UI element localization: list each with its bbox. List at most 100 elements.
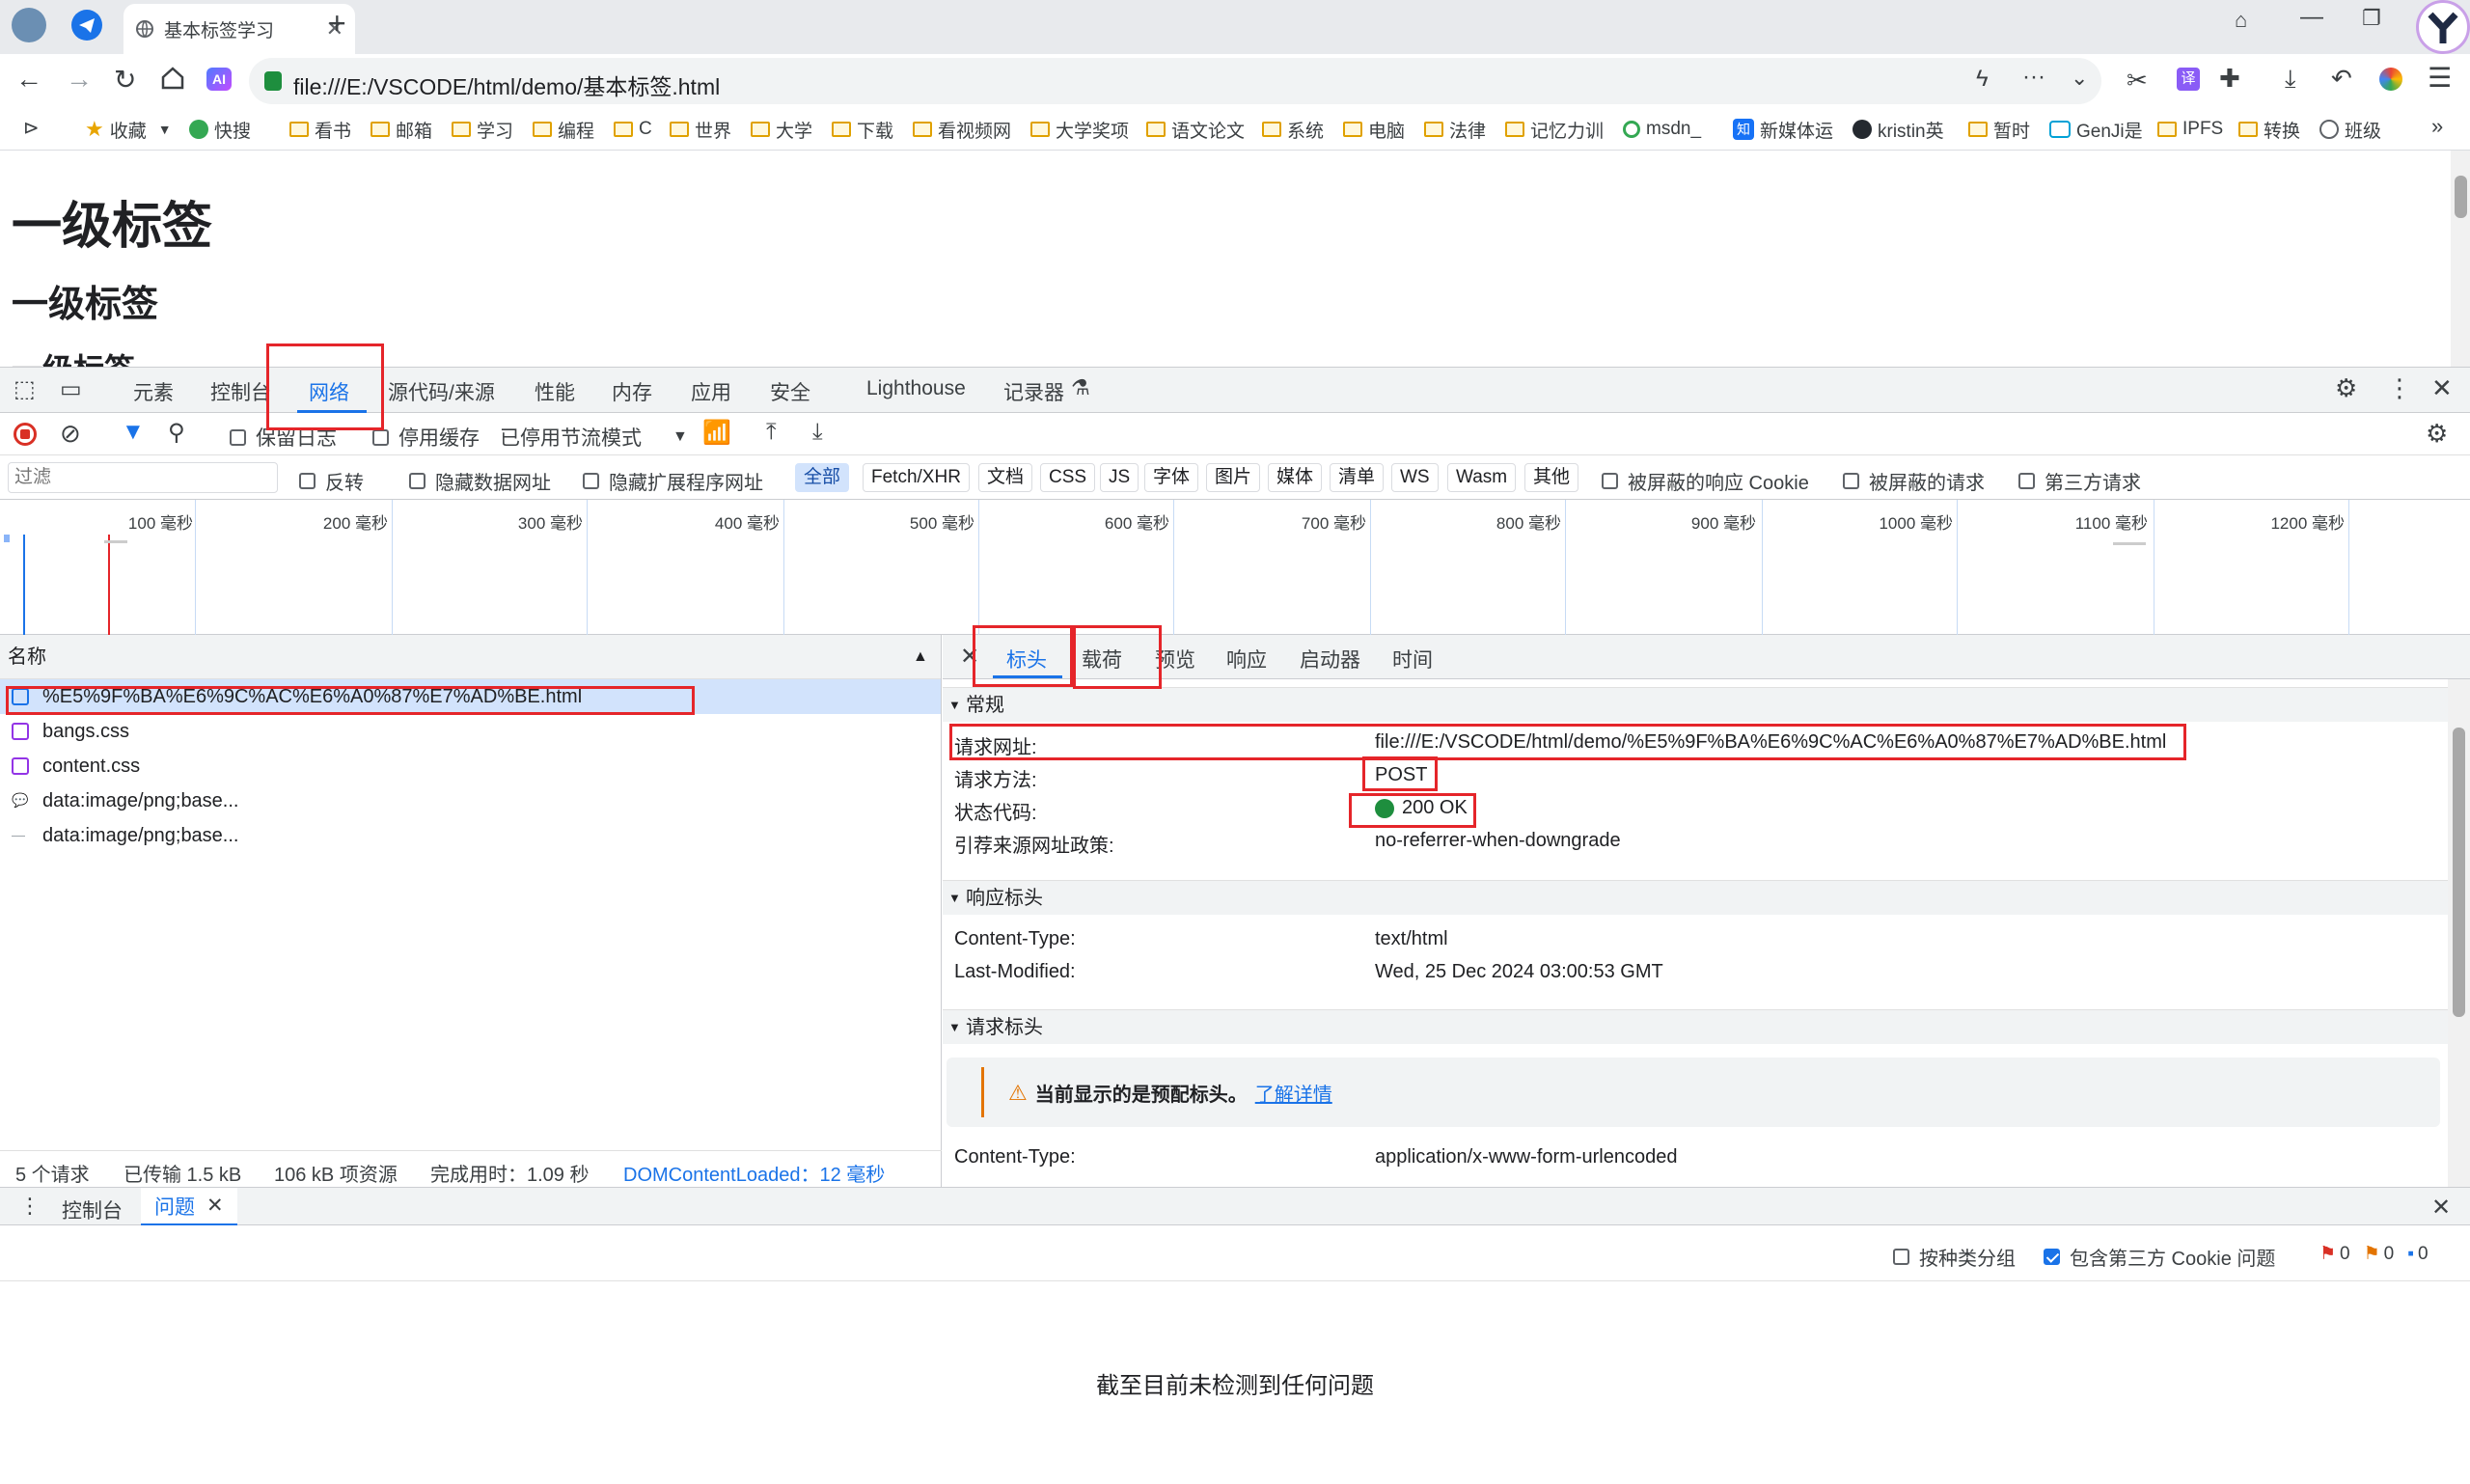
checkbox[interactable]: [230, 428, 246, 446]
bookmark-item[interactable]: kristin英: [1852, 116, 1944, 143]
checkbox[interactable]: [409, 473, 425, 489]
bookmark-folder[interactable]: 系统: [1262, 116, 1324, 143]
tab-console[interactable]: 控制台: [210, 377, 271, 406]
scissors-icon[interactable]: ✂: [2127, 66, 2148, 96]
type-filter-media[interactable]: 媒体: [1268, 463, 1323, 492]
clear-icon[interactable]: ⊘: [60, 419, 81, 449]
lightning-icon[interactable]: ϟ: [1976, 66, 1989, 93]
request-row[interactable]: bangs.css: [0, 714, 941, 749]
restore-button[interactable]: ❐: [2362, 6, 2381, 31]
translate-icon[interactable]: 译: [2177, 68, 2200, 91]
bookmark-folder[interactable]: 法律: [1424, 116, 1486, 143]
general-section-header[interactable]: 常规: [943, 687, 2448, 723]
bookmark-folder[interactable]: 编程: [533, 116, 594, 143]
response-headers-section-header[interactable]: 响应标头: [943, 880, 2448, 916]
blocked-cookies-checkbox[interactable]: 被屏蔽的响应 Cookie: [1602, 467, 1809, 495]
sidebar-toggle-icon[interactable]: ⊳: [23, 116, 40, 140]
url-text[interactable]: file:///E:/VSCODE/html/demo/基本标签.html: [293, 69, 720, 101]
record-button[interactable]: [14, 423, 37, 446]
bookmark-folder[interactable]: 电脑: [1343, 116, 1405, 143]
bookmark-folder[interactable]: 看书: [289, 116, 351, 143]
request-row[interactable]: — data:image/png;base...: [0, 818, 941, 853]
tab-security[interactable]: 安全: [770, 377, 810, 406]
more-dots-icon[interactable]: ···: [2022, 64, 2045, 91]
bookmark-favorites[interactable]: ★ 收藏 ▼: [85, 116, 172, 143]
type-filter-js[interactable]: JS: [1100, 463, 1139, 492]
copilot-icon[interactable]: [2379, 68, 2402, 91]
type-filter-img[interactable]: 图片: [1206, 463, 1261, 492]
bookmark-item[interactable]: 班级: [2319, 116, 2381, 143]
new-tab-button[interactable]: +: [328, 6, 346, 41]
extension-logo-icon[interactable]: [2416, 0, 2470, 54]
drawer-tab-console[interactable]: 控制台: [62, 1195, 123, 1224]
tab-response[interactable]: 响应: [1226, 645, 1267, 673]
forward-icon[interactable]: →: [66, 64, 93, 95]
undo-icon[interactable]: ↶: [2331, 64, 2352, 94]
name-column-header[interactable]: 名称 ▲: [0, 635, 941, 679]
reload-icon[interactable]: ↻: [114, 64, 136, 96]
checkbox[interactable]: [1602, 473, 1618, 489]
checkbox[interactable]: [1843, 473, 1859, 489]
drawer-menu-icon[interactable]: ⋮: [19, 1194, 41, 1219]
page-scrollbar[interactable]: [2451, 151, 2470, 367]
group-by-kind-checkbox[interactable]: 按种类分组: [1893, 1243, 2016, 1271]
bookmark-folder[interactable]: 大学: [751, 116, 812, 143]
type-filter-doc[interactable]: 文档: [978, 463, 1033, 492]
checkbox[interactable]: [2018, 473, 2035, 489]
filter-input[interactable]: [8, 462, 278, 493]
type-filter-all[interactable]: 全部: [795, 463, 850, 492]
checkbox[interactable]: [1893, 1249, 1909, 1265]
invert-checkbox[interactable]: 反转: [299, 467, 364, 495]
sort-ascending-icon[interactable]: ▲: [913, 635, 928, 679]
type-filter-other[interactable]: 其他: [1524, 463, 1579, 492]
inspect-element-icon[interactable]: ⬚: [14, 375, 36, 403]
drawer-tab-issues[interactable]: 问题 ✕: [141, 1188, 237, 1226]
learn-more-link[interactable]: 了解详情: [1255, 1079, 1332, 1107]
throttle-select[interactable]: 已停用节流模式 ▼: [500, 423, 688, 452]
tab-application[interactable]: 应用: [691, 377, 731, 406]
import-har-icon[interactable]: ⤒: [766, 419, 777, 446]
checkbox[interactable]: [2044, 1249, 2060, 1265]
blocked-requests-checkbox[interactable]: 被屏蔽的请求: [1843, 467, 1985, 495]
detail-scroll-thumb[interactable]: [2453, 728, 2465, 1017]
bookmark-folder[interactable]: IPFS: [2157, 116, 2223, 143]
checkbox[interactable]: [583, 473, 599, 489]
tab-elements[interactable]: 元素: [133, 377, 174, 406]
home-icon[interactable]: [160, 66, 185, 91]
close-issues-tab-icon[interactable]: ✕: [206, 1194, 224, 1218]
back-icon[interactable]: ←: [15, 64, 42, 95]
download-icon[interactable]: ⤓: [2285, 64, 2296, 95]
tab-initiator[interactable]: 启动器: [1300, 645, 1360, 673]
browser-tab[interactable]: 基本标签学习 ✕: [124, 4, 355, 54]
request-row[interactable]: 💬 data:image/png;base...: [0, 783, 941, 818]
extensions-icon[interactable]: ✚: [2219, 64, 2240, 94]
bookmark-folder[interactable]: 下载: [832, 116, 893, 143]
checkbox[interactable]: [299, 473, 316, 489]
bookmark-folder[interactable]: 看视频网: [913, 116, 1011, 143]
type-filter-font[interactable]: 字体: [1144, 463, 1199, 492]
bookmark-item[interactable]: GenJi是: [2049, 116, 2143, 143]
close-devtools-icon[interactable]: ✕: [2431, 373, 2453, 403]
menu-icon[interactable]: ☰: [2428, 62, 2452, 94]
page-scroll-thumb[interactable]: [2455, 176, 2467, 218]
chevron-down-icon[interactable]: ⌄: [2071, 66, 2088, 91]
type-filter-ws[interactable]: WS: [1391, 463, 1439, 492]
network-overview[interactable]: 100 毫秒 200 毫秒 300 毫秒 400 毫秒 500 毫秒 600 毫…: [0, 500, 2470, 635]
type-filter-wasm[interactable]: Wasm: [1447, 463, 1517, 492]
profile-avatar[interactable]: [12, 8, 46, 42]
bookmark-folder[interactable]: 学习: [452, 116, 513, 143]
network-settings-icon[interactable]: ⚙: [2426, 419, 2448, 449]
tab-recorder[interactable]: 记录器: [1003, 377, 1064, 406]
close-drawer-icon[interactable]: ✕: [2431, 1194, 2451, 1222]
include-third-party-checkbox[interactable]: 包含第三方 Cookie 问题: [2044, 1243, 2275, 1271]
tab-timing[interactable]: 时间: [1392, 645, 1433, 673]
hide-data-urls-checkbox[interactable]: 隐藏数据网址: [409, 467, 551, 495]
issue-counts[interactable]: ⚑ 0 ⚑ 0 ▪ 0: [2319, 1243, 2429, 1265]
type-filter-fetch[interactable]: Fetch/XHR: [863, 463, 970, 492]
bookmark-item[interactable]: msdn_: [1623, 116, 1701, 143]
request-row[interactable]: content.css: [0, 749, 941, 783]
checkbox[interactable]: [372, 428, 389, 446]
ai-icon[interactable]: AI: [206, 68, 232, 91]
more-options-icon[interactable]: ⋮: [2387, 373, 2412, 403]
bookmark-folder[interactable]: 记忆力训: [1505, 116, 1604, 143]
